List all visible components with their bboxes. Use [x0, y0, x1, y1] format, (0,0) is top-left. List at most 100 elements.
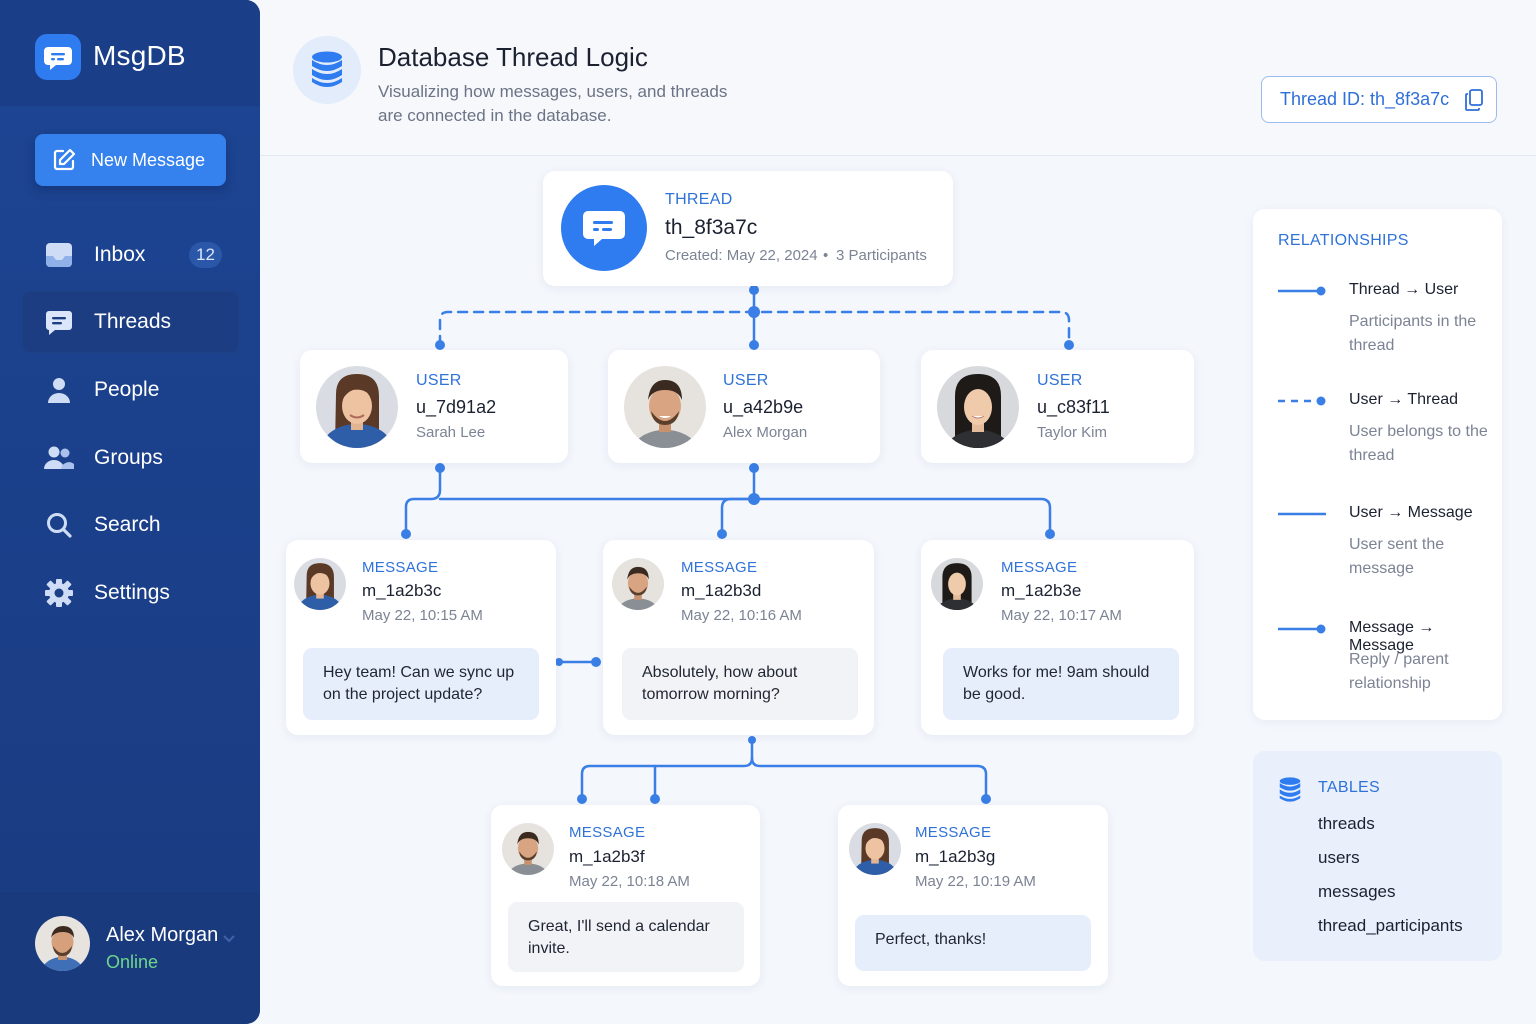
- user-card-taylor[interactable]: USER u_c83f11 Taylor Kim: [921, 350, 1194, 463]
- page-title: Database Thread Logic: [378, 42, 648, 72]
- avatar: [612, 558, 664, 610]
- message-card-m_1a2b3d[interactable]: MESSAGE m_1a2b3d May 22, 10:16 AM Absolu…: [603, 540, 874, 735]
- thread-participants: 3 Participants: [836, 247, 927, 264]
- message-bubble: Absolutely, how about tomorrow morning?: [622, 648, 858, 720]
- message-label: MESSAGE: [569, 824, 646, 841]
- compose-icon: [53, 148, 76, 171]
- copy-thread-id-button[interactable]: Thread ID: th_8f3a7c: [1261, 76, 1497, 123]
- message-label: MESSAGE: [1001, 559, 1078, 576]
- sidebar-item-label: Inbox: [94, 243, 146, 266]
- table-name[interactable]: users: [1318, 848, 1360, 868]
- avatar: [937, 366, 1019, 448]
- solid-dot-line-icon: [1278, 624, 1326, 634]
- thread-chat-icon: [561, 185, 647, 271]
- tables-title: TABLES: [1318, 779, 1380, 796]
- avatar: [35, 916, 90, 971]
- user-card-sarah[interactable]: USER u_7d91a2 Sarah Lee: [300, 350, 568, 463]
- inbox-count-badge: 12: [189, 242, 222, 268]
- relationship-desc: Participants in the thread: [1349, 313, 1477, 354]
- thread-card[interactable]: THREAD th_8f3a7c Created: May 22, 2024 •…: [543, 171, 953, 286]
- relationship-desc: User sent the message: [1349, 536, 1445, 577]
- avatar: [624, 366, 706, 448]
- message-card-m_1a2b3f[interactable]: MESSAGE m_1a2b3f May 22, 10:18 AM Great,…: [491, 805, 760, 986]
- relationship-desc: User belongs to the thread: [1349, 423, 1488, 464]
- message-time: May 22, 10:15 AM: [362, 607, 483, 624]
- avatar: [849, 823, 901, 875]
- message-id: m_1a2b3e: [1001, 581, 1082, 600]
- sidebar-item-groups[interactable]: Groups: [22, 427, 239, 489]
- avatar: [931, 558, 983, 610]
- relationship-name: User → Thread: [1349, 391, 1459, 408]
- message-time: May 22, 10:17 AM: [1001, 607, 1122, 624]
- user-id: u_7d91a2: [416, 397, 497, 417]
- user-name: Sarah Lee: [416, 424, 486, 441]
- sidebar-item-search[interactable]: Search: [22, 494, 239, 556]
- message-id: m_1a2b3c: [362, 581, 442, 600]
- tables-panel: TABLES threads users messages thread_par…: [1253, 751, 1502, 961]
- group-icon: [44, 443, 74, 473]
- solid-line-icon: [1278, 512, 1326, 516]
- thread-id-label: Thread ID: th_8f3a7c: [1280, 89, 1450, 109]
- message-time: May 22, 10:16 AM: [681, 607, 802, 624]
- message-bubble: Great, I'll send a calendar invite.: [508, 902, 744, 972]
- person-icon: [44, 375, 74, 405]
- message-time: May 22, 10:18 AM: [569, 873, 690, 890]
- relationships-title: RELATIONSHIPS: [1278, 232, 1409, 249]
- user-label: USER: [416, 372, 462, 389]
- message-id: m_1a2b3d: [681, 581, 762, 600]
- relationship-name: Thread → User: [1349, 281, 1459, 298]
- new-message-button[interactable]: New Message: [35, 134, 226, 186]
- table-name[interactable]: threads: [1318, 814, 1375, 834]
- user-label: USER: [723, 372, 769, 389]
- user-name: Alex Morgan: [723, 424, 808, 441]
- sidebar: MsgDB New Message Inbox 12 Threads Peopl…: [0, 0, 260, 1024]
- user-label: USER: [1037, 372, 1083, 389]
- message-id: m_1a2b3f: [569, 847, 645, 866]
- user-card-alex[interactable]: USER u_a42b9e Alex Morgan: [608, 350, 880, 463]
- message-bubble: Perfect, thanks!: [855, 915, 1091, 971]
- message-bubble: Works for me! 9am should be good.: [943, 648, 1179, 720]
- threads-icon: [44, 307, 74, 337]
- sidebar-item-label: Threads: [94, 310, 172, 333]
- app-name: MsgDB: [93, 40, 186, 71]
- avatar: [502, 823, 554, 875]
- sidebar-item-label: People: [94, 378, 160, 401]
- user-name: Taylor Kim: [1037, 424, 1108, 441]
- sidebar-item-threads[interactable]: Threads: [22, 291, 239, 353]
- page-subtitle: Visualizing how messages, users, and thr…: [378, 82, 728, 125]
- chevron-down-icon[interactable]: [222, 934, 236, 944]
- user-profile[interactable]: Alex Morgan Online: [0, 892, 260, 1024]
- message-card-m_1a2b3g[interactable]: MESSAGE m_1a2b3g May 22, 10:19 AM Perfec…: [838, 805, 1108, 986]
- page-header: Database Thread Logic Visualizing how me…: [260, 0, 1536, 156]
- brand: MsgDB: [0, 0, 260, 106]
- database-icon: [1279, 777, 1301, 802]
- table-name[interactable]: thread_participants: [1318, 916, 1463, 936]
- gear-icon: [44, 578, 74, 608]
- sidebar-item-people[interactable]: People: [22, 359, 239, 421]
- message-card-m_1a2b3e[interactable]: MESSAGE m_1a2b3e May 22, 10:17 AM Works …: [921, 540, 1194, 735]
- meta-separator: •: [823, 247, 829, 264]
- table-name[interactable]: messages: [1318, 882, 1395, 902]
- message-label: MESSAGE: [362, 559, 439, 576]
- message-time: May 22, 10:19 AM: [915, 873, 1036, 890]
- msgdb-logo-icon: [35, 34, 81, 80]
- message-label: MESSAGE: [681, 559, 758, 576]
- thread-label: THREAD: [665, 191, 733, 208]
- dashed-dot-line-icon: [1278, 396, 1326, 406]
- thread-created: Created: May 22, 2024: [665, 247, 818, 264]
- thread-id: th_8f3a7c: [665, 216, 758, 239]
- copy-icon: [1465, 88, 1484, 111]
- profile-name: Alex Morgan: [106, 924, 219, 946]
- user-id: u_a42b9e: [723, 397, 804, 417]
- message-card-m_1a2b3c[interactable]: MESSAGE m_1a2b3c May 22, 10:15 AM Hey te…: [286, 540, 556, 735]
- sidebar-item-settings[interactable]: Settings: [22, 562, 239, 624]
- new-message-label: New Message: [91, 149, 206, 170]
- message-label: MESSAGE: [915, 824, 992, 841]
- sidebar-item-inbox[interactable]: Inbox 12: [22, 224, 239, 286]
- relationship-desc: Reply / parent relationship: [1349, 651, 1449, 692]
- message-bubble: Hey team! Can we sync up on the project …: [303, 648, 539, 720]
- inbox-icon: [44, 240, 74, 270]
- avatar: [316, 366, 398, 448]
- message-id: m_1a2b3g: [915, 847, 996, 866]
- sidebar-item-label: Groups: [94, 446, 163, 469]
